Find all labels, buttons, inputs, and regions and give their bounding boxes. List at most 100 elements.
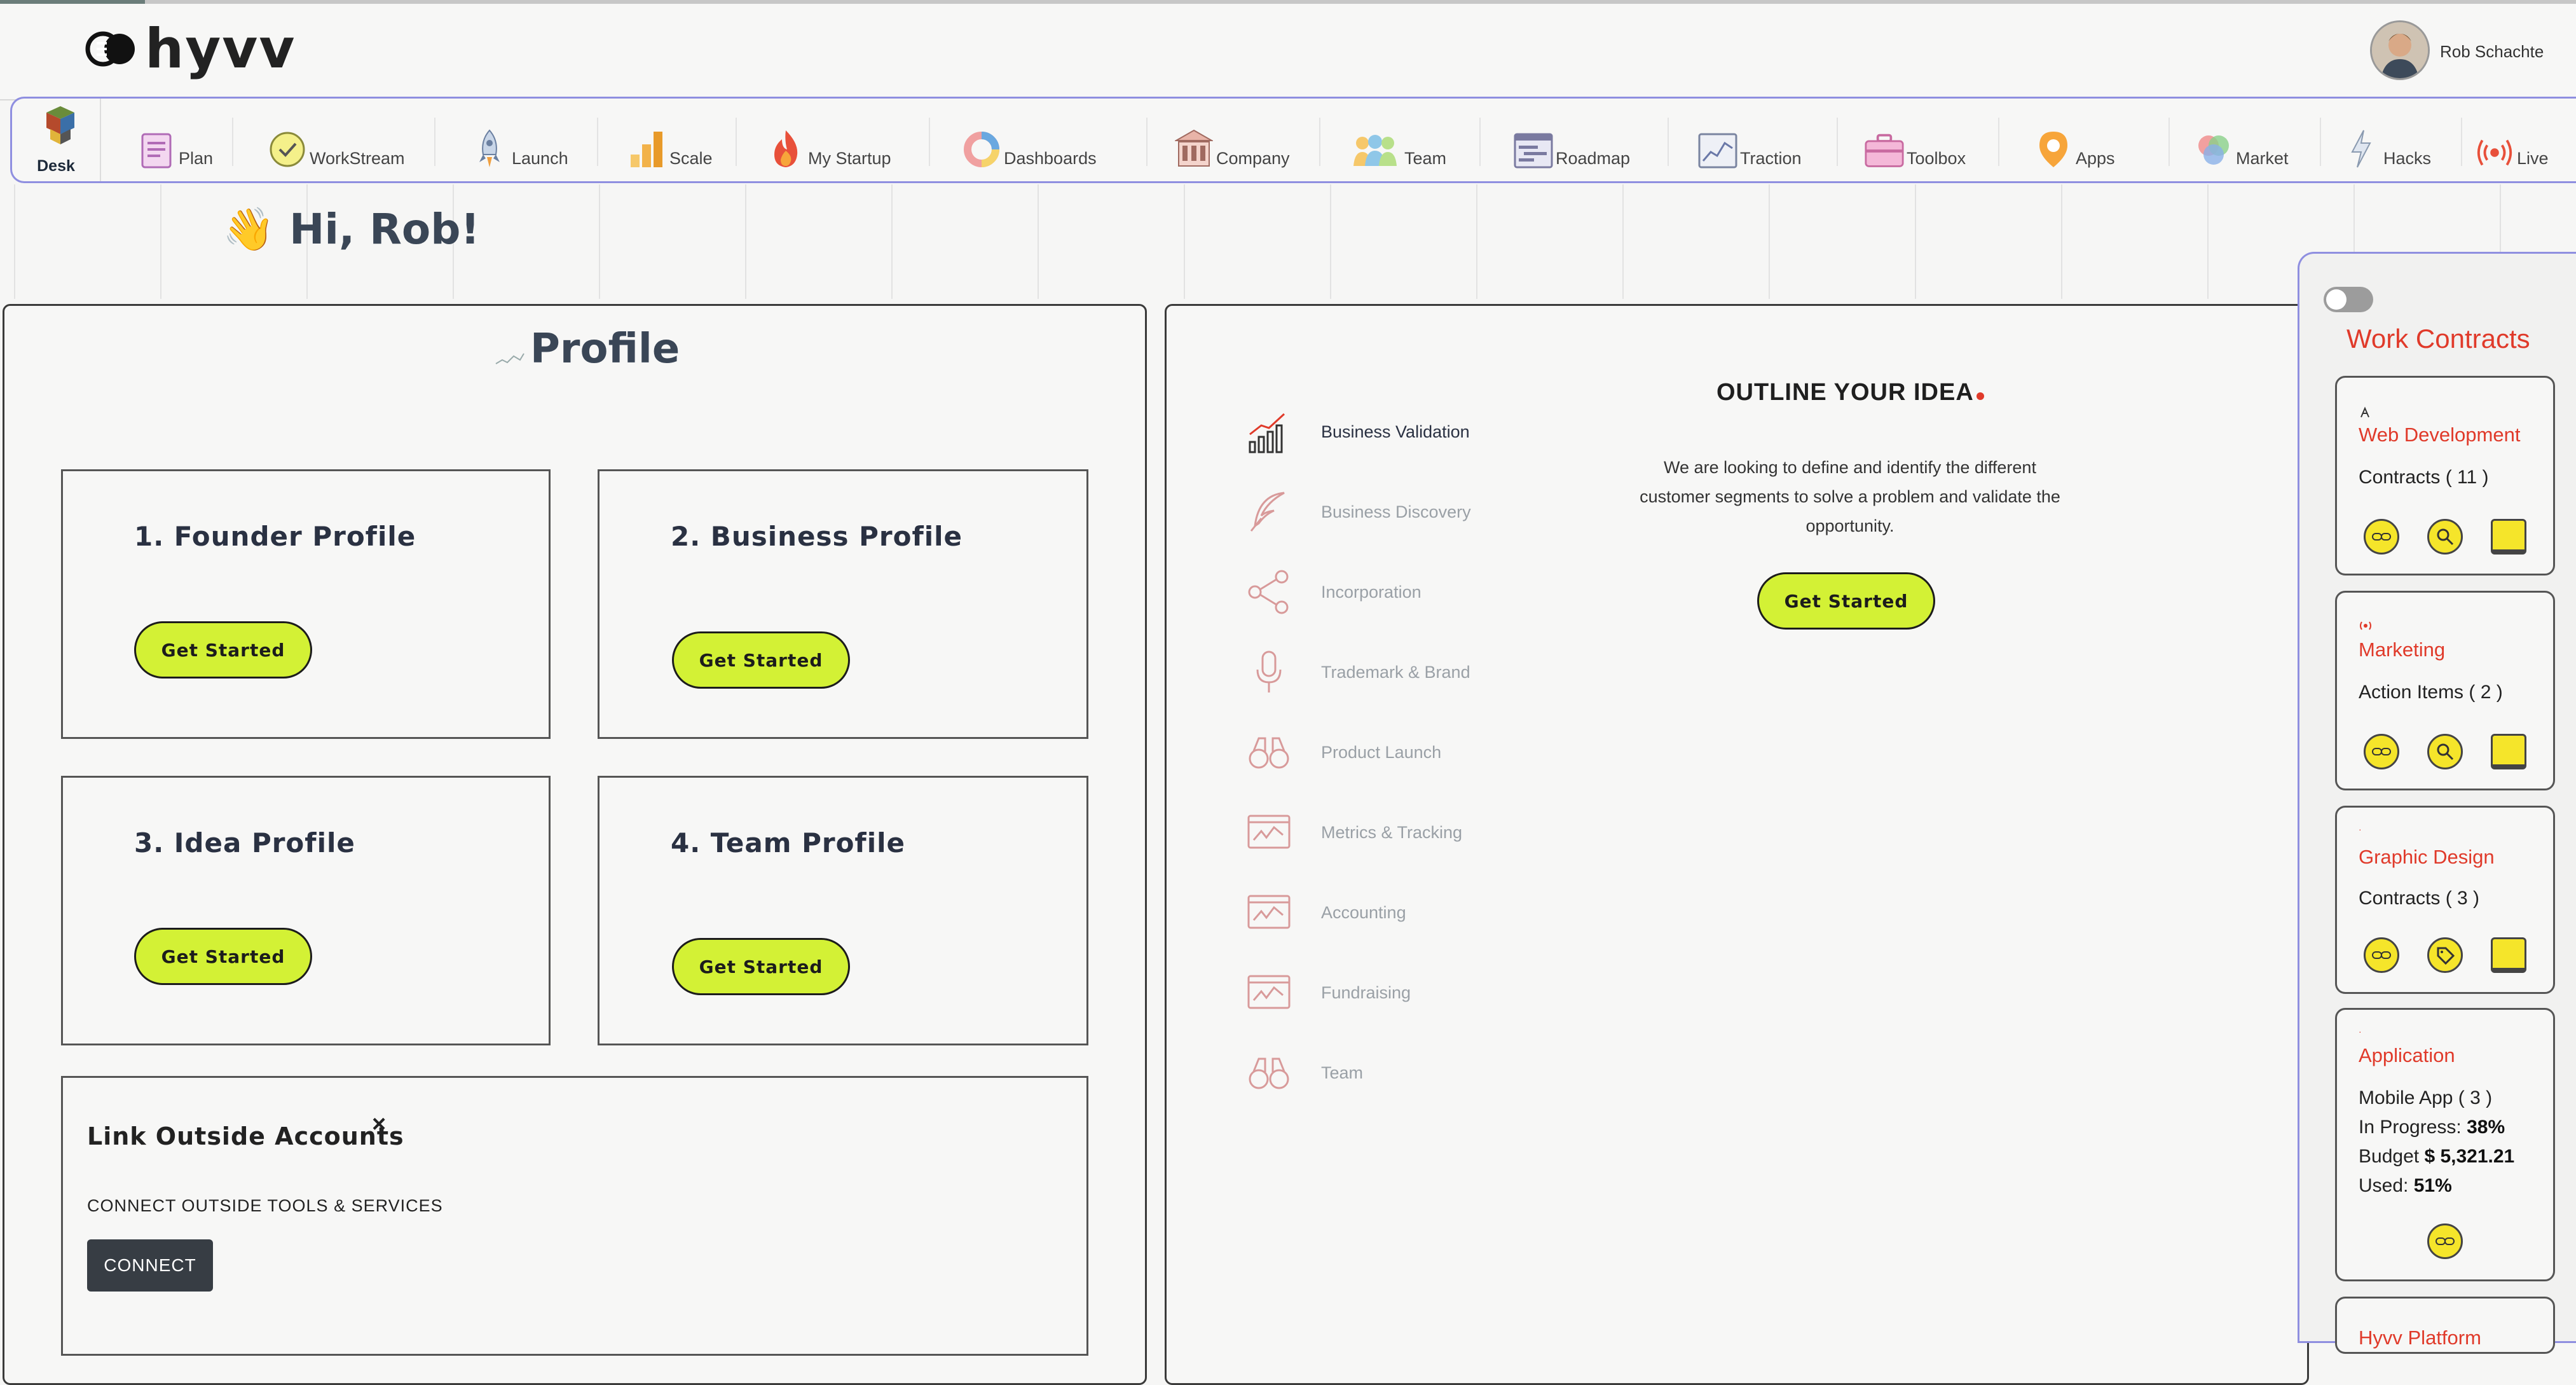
get-started-button[interactable]: Get Started xyxy=(134,621,312,679)
small-marker-icon: · xyxy=(2359,824,2362,834)
step-product-launch[interactable]: Product Launch xyxy=(1243,724,1441,781)
line-graph-icon xyxy=(1698,133,1737,169)
notes-icon[interactable] xyxy=(2491,734,2526,769)
nav-item-workstream[interactable]: WorkStream xyxy=(268,99,405,181)
contract-card-application[interactable]: · Application Mobile App ( 3 ) In Progre… xyxy=(2335,1008,2555,1281)
search-icon[interactable] xyxy=(2427,519,2463,555)
link-accounts-card: Link Outside Accounts × CONNECT OUTSIDE … xyxy=(61,1076,1088,1356)
idea-title: OUTLINE YOUR IDEA xyxy=(1716,379,1984,406)
nav-label: Plan xyxy=(179,149,214,168)
step-trademark-brand[interactable]: Trademark & Brand xyxy=(1243,644,1470,701)
used-line: Used: 51% xyxy=(2359,1175,2452,1197)
nav-item-hacks[interactable]: Hacks xyxy=(2341,99,2431,181)
greeting: 👋 Hi, Rob! xyxy=(223,205,480,254)
binoculars-icon xyxy=(1249,1058,1289,1089)
flame-icon xyxy=(774,130,798,167)
step-label: Trademark & Brand xyxy=(1321,662,1470,682)
profile-sparkline-icon xyxy=(495,353,524,364)
nav-item-my-startup[interactable]: My Startup xyxy=(766,99,891,181)
logo-mark-icon xyxy=(85,31,135,67)
step-accounting[interactable]: Accounting xyxy=(1243,884,1406,941)
contract-actions xyxy=(2337,1223,2553,1259)
rocket-icon xyxy=(479,129,500,167)
microphone-icon xyxy=(1256,651,1282,692)
desk-cubes-icon xyxy=(46,106,74,144)
step-team[interactable]: Team xyxy=(1243,1044,1363,1101)
link-chain-icon[interactable] xyxy=(2427,1223,2463,1259)
step-fundraising[interactable]: Fundraising xyxy=(1243,964,1411,1021)
budget-value: $ 5,321.21 xyxy=(2424,1146,2515,1167)
venn-circles-icon xyxy=(2198,135,2229,165)
contract-card-hyvv-platform[interactable]: Hyvv Platform xyxy=(2335,1297,2555,1354)
notes-icon[interactable] xyxy=(2491,519,2526,555)
nav-item-plan[interactable]: Plan xyxy=(137,99,213,181)
step-label: Accounting xyxy=(1321,902,1406,922)
contract-card-web-development[interactable]: Web Development Contracts ( 11 ) xyxy=(2335,376,2555,575)
tag-icon[interactable] xyxy=(2427,937,2463,973)
search-icon[interactable] xyxy=(2427,734,2463,769)
nav-item-market[interactable]: Market xyxy=(2194,99,2289,181)
nav-divider xyxy=(1146,118,1148,166)
budget-line: Budget $ 5,321.21 xyxy=(2359,1146,2514,1168)
get-started-button[interactable]: Get Started xyxy=(134,928,312,985)
nav-item-roadmap[interactable]: Roadmap xyxy=(1514,99,1630,181)
avatar[interactable] xyxy=(2370,20,2430,80)
toolbox-icon xyxy=(1865,134,1904,167)
nav-divider xyxy=(1668,118,1669,166)
link-chain-icon[interactable] xyxy=(2364,519,2399,555)
business-profile-card: 2. Business Profile Get Started xyxy=(598,469,1088,739)
sidebar-toggle[interactable] xyxy=(2324,287,2373,312)
idea-get-started-button[interactable]: Get Started xyxy=(1757,572,1935,630)
nav-item-company[interactable]: Company xyxy=(1174,99,1290,181)
nav-label: WorkStream xyxy=(310,149,405,168)
nav-label: Team xyxy=(1404,149,1447,168)
step-business-discovery[interactable]: Business Discovery xyxy=(1243,483,1471,541)
contract-name: Application xyxy=(2359,1044,2455,1066)
get-started-button[interactable]: Get Started xyxy=(672,938,850,995)
budget-label: Budget xyxy=(2359,1146,2420,1167)
nav-item-desk[interactable]: Desk xyxy=(12,99,101,181)
nav-desk-label: Desk xyxy=(37,157,75,175)
notes-icon[interactable] xyxy=(2491,937,2526,973)
contract-name: Graphic Design xyxy=(2359,846,2495,868)
team-people-icon xyxy=(1353,135,1397,166)
step-label: Incorporation xyxy=(1321,582,1422,602)
contract-card-marketing[interactable]: Marketing Action Items ( 2 ) xyxy=(2335,591,2555,790)
close-icon[interactable]: × xyxy=(372,1111,386,1138)
card-title: 4. Team Profile xyxy=(671,827,905,858)
nav-item-team[interactable]: Team xyxy=(1348,99,1446,181)
get-started-button[interactable]: Get Started xyxy=(672,631,850,689)
share-icon xyxy=(1248,570,1289,614)
user-name[interactable]: Rob Schachte xyxy=(2440,42,2544,62)
nav-divider xyxy=(1319,118,1320,166)
used-value: 51% xyxy=(2413,1175,2452,1196)
nav-item-dashboards[interactable]: Dashboards xyxy=(962,99,1097,181)
nav-item-toolbox[interactable]: Toolbox xyxy=(1865,99,1966,181)
building-icon xyxy=(1175,129,1213,167)
link-accounts-subtitle: CONNECT OUTSIDE TOOLS & SERVICES xyxy=(87,1196,443,1215)
nav-divider xyxy=(1837,118,1838,166)
top-accent-bar xyxy=(0,0,145,4)
nav-item-scale[interactable]: Scale xyxy=(627,99,713,181)
link-chain-icon[interactable] xyxy=(2364,937,2399,973)
step-metrics-tracking[interactable]: Metrics & Tracking xyxy=(1243,804,1462,861)
contract-actions xyxy=(2337,937,2553,973)
logo[interactable]: hyvv xyxy=(83,22,296,76)
roadmap-window-icon xyxy=(1514,133,1553,169)
idea-description: We are looking to define and identify th… xyxy=(1640,458,2060,535)
idea-profile-card: 3. Idea Profile Get Started xyxy=(61,776,551,1045)
step-business-validation[interactable]: Business Validation xyxy=(1243,403,1470,460)
nav-label: Traction xyxy=(1740,149,1802,168)
contract-card-graphic-design[interactable]: · Graphic Design Contracts ( 3 ) xyxy=(2335,806,2555,994)
work-contracts-title: Work Contracts xyxy=(2346,324,2530,354)
nav-divider xyxy=(2320,118,2321,166)
nav-item-launch[interactable]: Launch xyxy=(470,99,568,181)
nav-item-apps[interactable]: Apps xyxy=(2034,99,2115,181)
step-incorporation[interactable]: Incorporation xyxy=(1243,563,1422,621)
connect-button[interactable]: CONNECT xyxy=(87,1239,213,1292)
progress-value: 38% xyxy=(2467,1117,2505,1138)
link-chain-icon[interactable] xyxy=(2364,734,2399,769)
nav-item-traction[interactable]: Traction xyxy=(1698,99,1802,181)
nav-item-live[interactable]: Live xyxy=(2475,99,2549,181)
small-marker-icon: · xyxy=(2359,1026,2362,1037)
